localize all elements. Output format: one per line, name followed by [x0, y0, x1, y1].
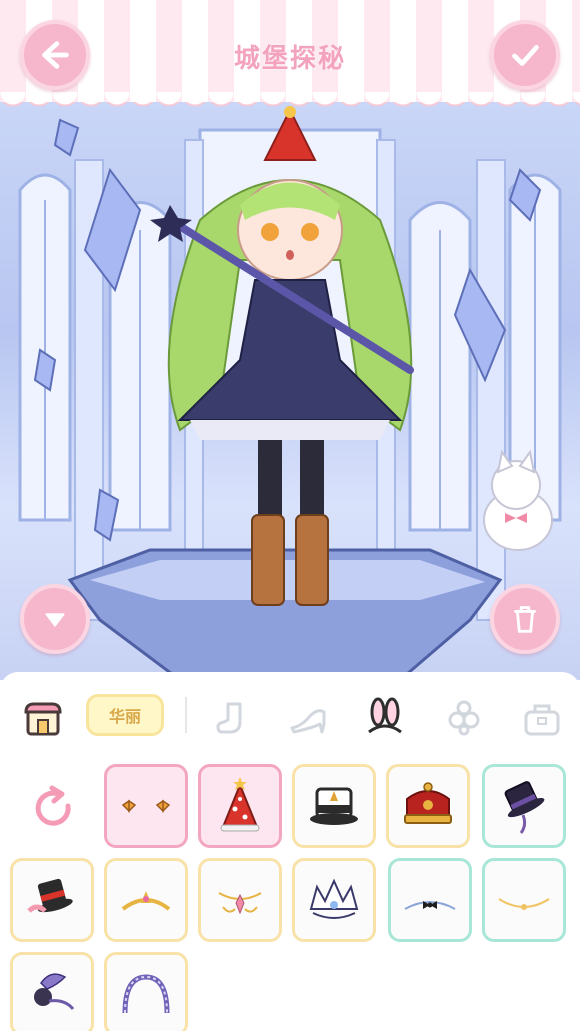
trash-icon [514, 606, 536, 633]
bow-clips-icon [121, 799, 171, 813]
item-crystal-crown[interactable] [292, 858, 376, 942]
bunny-ears-icon [368, 697, 402, 734]
crystal-crown-icon [309, 878, 359, 919]
tab-socks[interactable] [210, 694, 256, 744]
mini-top-hat-red-icon [27, 878, 73, 913]
item-party-hat[interactable] [198, 764, 282, 848]
bag-icon [524, 704, 560, 736]
item-mini-top-hat-purple[interactable] [482, 764, 566, 848]
delete-button[interactable] [490, 584, 560, 654]
tab-shoes[interactable] [284, 694, 334, 744]
mini-top-hat-purple-icon [504, 781, 545, 834]
confirm-button[interactable] [490, 20, 560, 90]
feather-hairpiece-icon [34, 973, 75, 1010]
black-bow-band-icon [404, 901, 456, 910]
item-mini-top-hat-red[interactable] [10, 858, 94, 942]
tab-bags[interactable] [518, 694, 566, 744]
item-feather-hairpiece[interactable] [10, 952, 94, 1031]
top-hat-gold-icon [310, 787, 358, 825]
item-jewel-circlet[interactable] [198, 858, 282, 942]
gold-chain-circlet-icon [498, 898, 550, 910]
item-top-hat-gold[interactable] [292, 764, 376, 848]
item-royal-crown[interactable] [386, 764, 470, 848]
awning-scallop [0, 92, 580, 114]
arrow-left-icon [42, 41, 69, 69]
flower-icon [448, 700, 480, 736]
item-bow-clips[interactable] [104, 764, 188, 848]
tab-category-gorgeous[interactable]: 华丽 [86, 694, 164, 736]
sock-icon [216, 702, 242, 734]
item-black-bow-band[interactable] [388, 858, 472, 942]
tab-headwear[interactable] [360, 692, 410, 742]
dress-up-scene [0, 100, 580, 680]
collapse-panel-button[interactable] [20, 584, 90, 654]
tiara-gold-icon [121, 891, 171, 911]
party-hat-icon [220, 777, 260, 832]
tab-accessories[interactable] [440, 692, 488, 742]
royal-crown-icon [404, 782, 452, 824]
checkmark-icon [512, 45, 539, 66]
lace-headband-icon [122, 974, 170, 1014]
shop-icon [24, 702, 62, 736]
high-heel-icon [290, 709, 326, 734]
item-gold-chain-circlet[interactable] [482, 858, 566, 942]
reset-icon [35, 785, 71, 826]
tab-divider [185, 697, 187, 733]
reset-button[interactable] [28, 782, 80, 834]
tab-shop[interactable] [20, 694, 66, 744]
item-lace-headband[interactable] [104, 952, 188, 1031]
triangle-down-icon [45, 613, 65, 627]
back-button[interactable] [20, 20, 90, 90]
item-tiara-gold[interactable] [104, 858, 188, 942]
jewel-circlet-icon [218, 892, 262, 915]
castle-background [18, 106, 562, 680]
